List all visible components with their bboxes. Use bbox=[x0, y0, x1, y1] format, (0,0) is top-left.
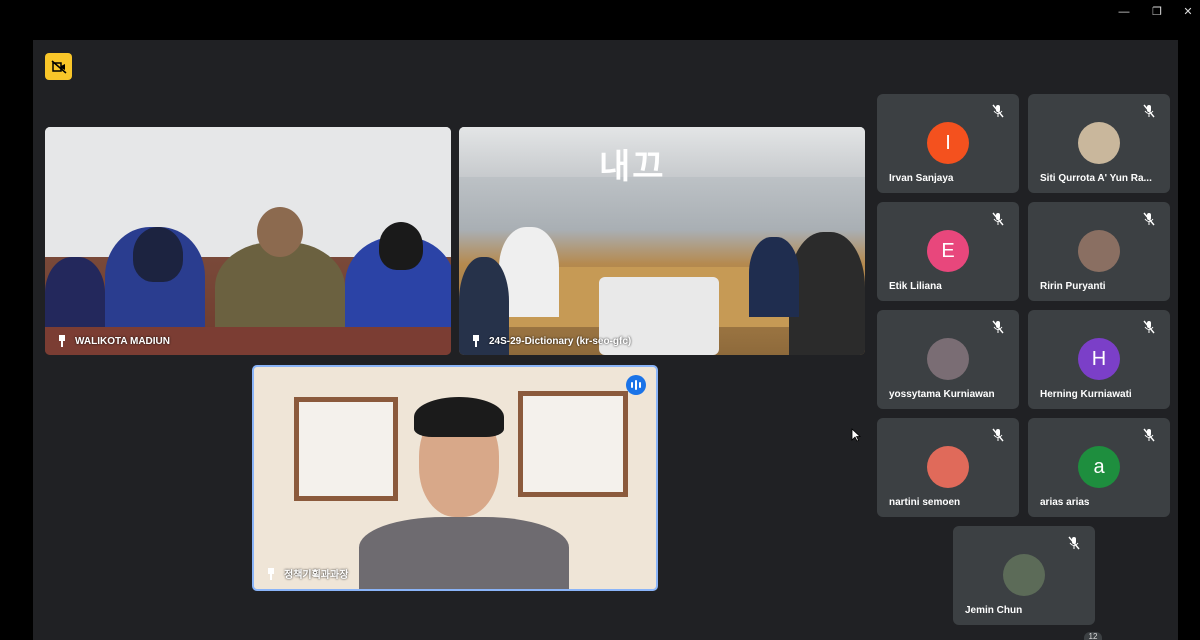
pin-icon[interactable] bbox=[266, 567, 276, 580]
mic-off-icon bbox=[1143, 320, 1155, 334]
participant-tile[interactable]: Jemin Chun bbox=[953, 526, 1095, 625]
participant-name: Irvan Sanjaya bbox=[889, 173, 954, 184]
pin-icon[interactable] bbox=[57, 335, 67, 347]
participant-head bbox=[379, 222, 423, 270]
participant-tile[interactable]: Ririn Puryanti bbox=[1028, 202, 1170, 301]
participant-tile[interactable]: yossytama Kurniawan bbox=[877, 310, 1019, 409]
avatar: E bbox=[927, 230, 969, 272]
camera-off-button[interactable] bbox=[45, 53, 72, 80]
avatar bbox=[927, 446, 969, 488]
participant-name: arias arias bbox=[1040, 497, 1090, 508]
tile-name: 24S-29-Dictionary (kr-seo-gfc) bbox=[471, 335, 631, 347]
participant-tile[interactable]: Siti Qurrota A' Yun Ra... bbox=[1028, 94, 1170, 193]
participant-tile[interactable]: H Herning Kurniawati bbox=[1028, 310, 1170, 409]
mic-off-icon bbox=[1143, 428, 1155, 442]
participant-name: Etik Liliana bbox=[889, 281, 942, 292]
wall-frame bbox=[518, 391, 628, 497]
overflow-count-badge[interactable]: 12 bbox=[1084, 632, 1102, 640]
close-icon[interactable]: ✕ bbox=[1178, 4, 1198, 20]
video-tile-walikota[interactable]: WALIKOTA MADIUN bbox=[45, 127, 451, 355]
avatar bbox=[927, 338, 969, 380]
participant-name: Ririn Puryanti bbox=[1040, 281, 1106, 292]
participant-head bbox=[133, 227, 183, 282]
avatar bbox=[1078, 122, 1120, 164]
minimize-icon[interactable]: — bbox=[1114, 4, 1134, 20]
participant-figure bbox=[789, 232, 865, 355]
mic-off-icon bbox=[1143, 212, 1155, 226]
mouse-cursor-icon bbox=[851, 428, 861, 442]
tile-name: WALIKOTA MADIUN bbox=[57, 335, 170, 347]
avatar: I bbox=[927, 122, 969, 164]
participant-name: Siti Qurrota A' Yun Ra... bbox=[1040, 173, 1152, 184]
participant-tile[interactable]: E Etik Liliana bbox=[877, 202, 1019, 301]
mic-off-icon bbox=[992, 320, 1004, 334]
participant-tile[interactable]: I Irvan Sanjaya bbox=[877, 94, 1019, 193]
participant-name: yossytama Kurniawan bbox=[889, 389, 995, 400]
participant-name: Herning Kurniawati bbox=[1040, 389, 1132, 400]
video-tile-dictionary[interactable]: 내끄 24S-29-Dictionary (kr-seo-gfc) bbox=[459, 127, 865, 355]
participant-hair bbox=[414, 397, 504, 437]
participant-name: nartini semoen bbox=[889, 497, 961, 508]
participant-figure bbox=[749, 237, 799, 317]
participant-name: Jemin Chun bbox=[965, 605, 1023, 616]
avatar: H bbox=[1078, 338, 1120, 380]
wall-frame bbox=[294, 397, 398, 501]
mic-off-icon bbox=[992, 428, 1004, 442]
avatar: a bbox=[1078, 446, 1120, 488]
mic-off-icon bbox=[992, 104, 1004, 118]
participant-tile[interactable]: a arias arias bbox=[1028, 418, 1170, 517]
mic-off-icon bbox=[1068, 536, 1080, 550]
avatar bbox=[1078, 230, 1120, 272]
pin-icon[interactable] bbox=[471, 335, 481, 347]
tile-name: 정책기획과과장 bbox=[266, 566, 348, 581]
video-tile-speaker[interactable]: 정책기획과과장 bbox=[252, 365, 658, 591]
participant-head bbox=[257, 207, 303, 257]
mic-off-icon bbox=[992, 212, 1004, 226]
participant-figure bbox=[359, 517, 569, 589]
participant-figure bbox=[45, 257, 105, 337]
restore-icon[interactable]: ❐ bbox=[1147, 4, 1167, 20]
window-titlebar: — ❐ ✕ bbox=[0, 0, 1200, 26]
speaking-indicator-icon bbox=[626, 375, 646, 395]
avatar bbox=[1003, 554, 1045, 596]
wall-sign: 내끄 bbox=[599, 147, 666, 187]
participant-tile[interactable]: nartini semoen bbox=[877, 418, 1019, 517]
mic-off-icon bbox=[1143, 104, 1155, 118]
camera-off-icon bbox=[51, 59, 66, 74]
